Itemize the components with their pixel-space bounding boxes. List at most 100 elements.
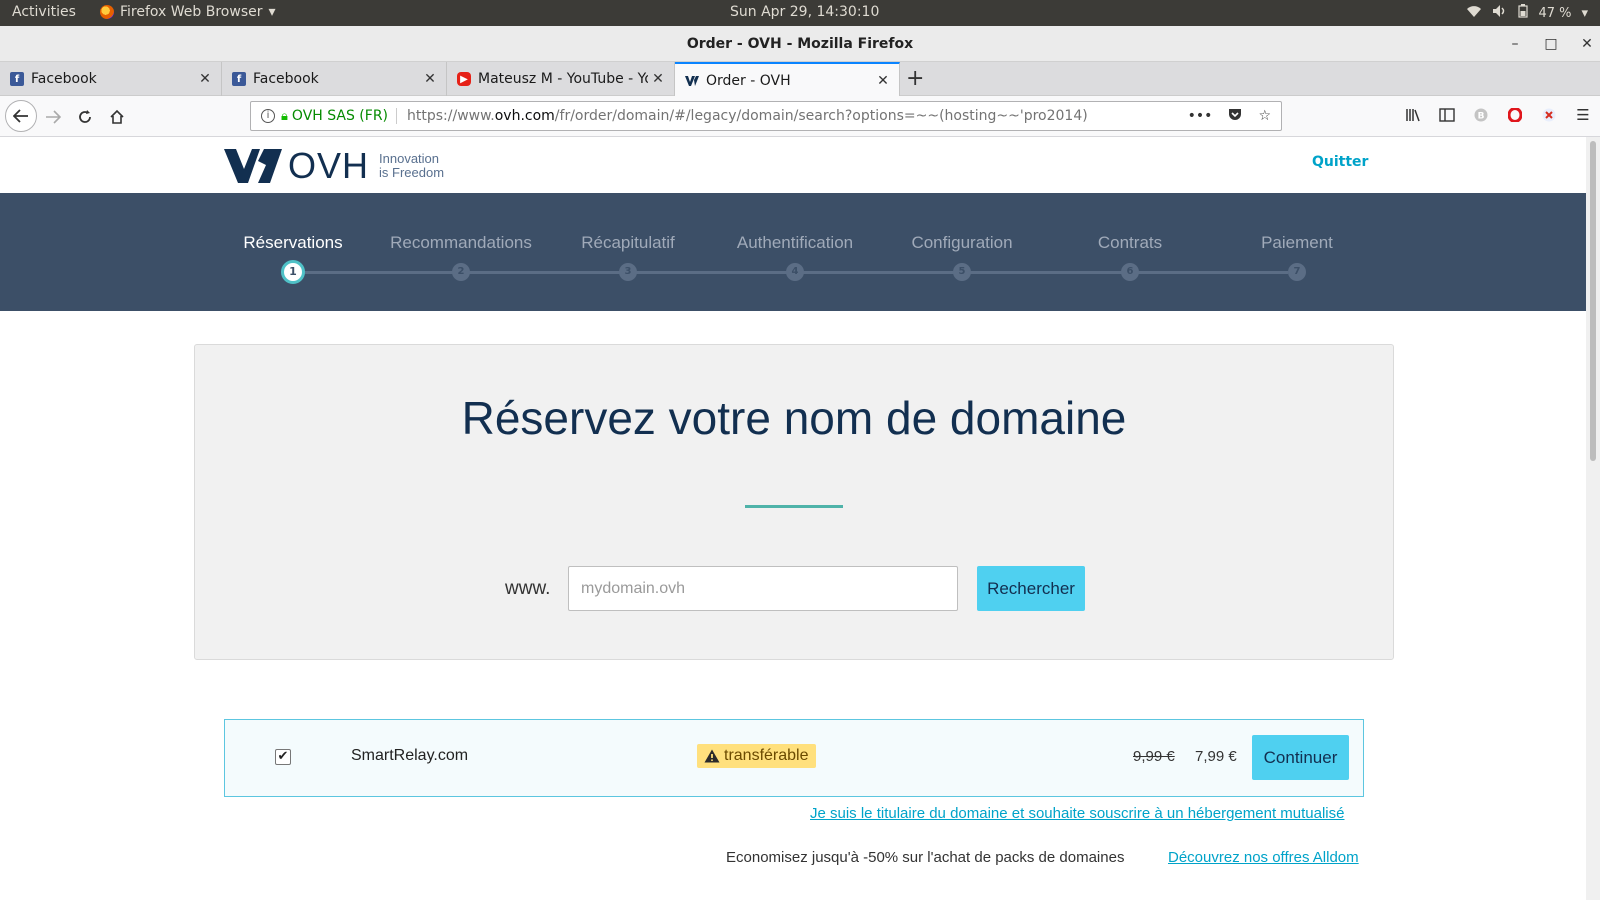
firefox-icon <box>100 5 114 19</box>
domain-name: SmartRelay.com <box>351 747 469 764</box>
forward-button[interactable] <box>40 104 66 130</box>
toolbar-icons: B ☰ <box>1404 106 1592 124</box>
bookmark-star-icon[interactable]: ☆ <box>1258 108 1271 125</box>
battery-percent: 47 % <box>1538 5 1572 21</box>
tab-order-ovh[interactable]: Order - OVH ✕ <box>675 62 900 97</box>
ovh-header: OVH Innovation is Freedom Quitter <box>0 137 1586 193</box>
reload-icon <box>79 110 91 123</box>
page-scrollbar[interactable] <box>1586 137 1600 900</box>
step-recapitulatif: Récapitulatif <box>581 233 675 252</box>
window-title: Order - OVH - Mozilla Firefox <box>686 36 914 52</box>
close-icon[interactable]: ✕ <box>420 71 440 87</box>
step-dot-7: 7 <box>1288 263 1306 281</box>
status-badge: transférable <box>697 744 816 768</box>
app-menu-label: Firefox Web Browser <box>120 4 263 20</box>
url-bar[interactable]: i 🔒︎ OVH SAS (FR) https://www.ovh.com/fr… <box>250 101 1282 131</box>
wifi-icon <box>1466 4 1482 22</box>
scrollbar-thumb[interactable] <box>1590 141 1596 461</box>
svg-text:B: B <box>1478 112 1485 122</box>
step-dot-2: 2 <box>452 263 470 281</box>
pocket-icon[interactable] <box>1228 108 1242 125</box>
close-icon[interactable]: ✕ <box>648 71 668 87</box>
ovh-logo-mark <box>224 149 282 183</box>
ovh-logo[interactable]: OVH Innovation is Freedom <box>224 145 444 187</box>
step-paiement: Paiement <box>1261 233 1333 252</box>
domain-search-input[interactable] <box>568 566 958 611</box>
system-clock[interactable]: Sun Apr 29, 14:30:10 <box>730 4 879 20</box>
youtube-icon: ▶ <box>457 72 471 86</box>
window-title-bar: Order - OVH - Mozilla Firefox – □ ✕ <box>0 26 1600 62</box>
quit-link[interactable]: Quitter <box>1312 154 1368 170</box>
tab-bar: f Facebook ✕ f Facebook ✕ ▶ Mateusz M - … <box>0 62 1600 97</box>
close-icon[interactable]: ✕ <box>873 73 893 89</box>
page-action-icons: ••• ☆ <box>1188 108 1271 125</box>
step-dot-1[interactable]: 1 <box>281 260 305 284</box>
chevron-down-icon: ▾ <box>1581 5 1588 21</box>
opera-icon[interactable] <box>1506 106 1524 124</box>
search-button[interactable]: Rechercher <box>977 566 1085 611</box>
home-icon <box>110 109 124 124</box>
tab-facebook-2[interactable]: f Facebook ✕ <box>222 62 447 96</box>
system-tray[interactable]: 47 % ▾ <box>1466 4 1588 22</box>
page-content: OVH Innovation is Freedom Quitter Réserva… <box>0 137 1586 900</box>
tab-title: Mateusz M - YouTube - Yo <box>478 71 648 87</box>
reload-button[interactable] <box>72 104 98 130</box>
activities-button[interactable]: Activities <box>12 4 76 20</box>
tab-title: Order - OVH <box>706 72 791 89</box>
arrow-left-icon <box>13 109 28 123</box>
step-authentification: Authentification <box>736 233 854 252</box>
tab-facebook-1[interactable]: f Facebook ✕ <box>0 62 222 96</box>
sidebar-icon[interactable] <box>1438 106 1456 124</box>
new-tab-button[interactable]: + <box>906 66 924 91</box>
step-dot-4: 4 <box>786 263 804 281</box>
facebook-icon: f <box>232 72 246 86</box>
continue-button[interactable]: Continuer <box>1252 735 1349 780</box>
alldom-offers-link[interactable]: Découvrez nos offres Alldom <box>1168 849 1359 866</box>
step-recommandations: Recommandations <box>390 233 532 252</box>
back-button[interactable] <box>5 100 37 132</box>
logo-wordmark: OVH <box>288 145 370 186</box>
step-contrats: Contrats <box>1097 233 1163 252</box>
step-reservations[interactable]: Réservations <box>203 233 383 253</box>
battery-icon <box>1518 4 1529 22</box>
close-icon[interactable]: ✕ <box>1580 26 1594 62</box>
page-title: Réservez votre nom de domaine <box>461 392 1127 444</box>
info-icon[interactable]: i <box>261 109 275 123</box>
order-steps: Réservations Recommandations Récapitulat… <box>0 193 1586 311</box>
lock-icon[interactable]: 🔒︎ <box>281 109 288 124</box>
www-prefix: www. <box>505 578 551 599</box>
current-price: 7,99 € <box>1195 748 1237 765</box>
arrow-right-icon <box>46 110 61 124</box>
window-controls: – □ ✕ <box>1508 26 1594 62</box>
step-dot-6: 6 <box>1121 263 1139 281</box>
extension-x-icon[interactable] <box>1540 106 1558 124</box>
home-button[interactable] <box>104 104 130 130</box>
more-actions-icon[interactable]: ••• <box>1188 108 1213 125</box>
warning-icon <box>704 749 720 763</box>
navigation-bar: i 🔒︎ OVH SAS (FR) https://www.ovh.com/fr… <box>0 96 1600 137</box>
facebook-icon: f <box>10 72 24 86</box>
url-text[interactable]: https://www.ovh.com/fr/order/domain/#/le… <box>407 108 1188 124</box>
maximize-icon[interactable]: □ <box>1544 26 1558 62</box>
status-text: transférable <box>724 747 809 764</box>
system-top-bar: Activities Firefox Web Browser ▾ Sun Apr… <box>0 0 1600 26</box>
extension-b-icon[interactable]: B <box>1472 106 1490 124</box>
tab-title: Facebook <box>31 71 97 87</box>
tab-title: Facebook <box>253 71 319 87</box>
hosting-owner-link[interactable]: Je suis le titulaire du domaine et souha… <box>810 805 1344 822</box>
logo-tagline: Innovation is Freedom <box>379 151 445 180</box>
minimize-icon[interactable]: – <box>1508 26 1522 62</box>
close-icon[interactable]: ✕ <box>195 71 215 87</box>
site-identity[interactable]: OVH SAS (FR) <box>292 108 398 124</box>
domain-search-panel: Réservez votre nom de domaine www. Reche… <box>194 344 1394 660</box>
domain-checkbox[interactable]: ✔ <box>275 749 291 765</box>
chevron-down-icon: ▾ <box>268 4 276 20</box>
step-configuration: Configuration <box>911 233 1013 252</box>
library-icon[interactable] <box>1404 106 1422 124</box>
hamburger-menu-icon[interactable]: ☰ <box>1574 106 1592 124</box>
step-dot-5: 5 <box>953 263 971 281</box>
app-menu[interactable]: Firefox Web Browser ▾ <box>100 4 276 20</box>
tab-youtube[interactable]: ▶ Mateusz M - YouTube - Yo ✕ <box>447 62 675 96</box>
domain-result-row: ✔ SmartRelay.com transférable 9,99 € 7,9… <box>224 719 1364 797</box>
promo-text: Economisez jusqu'à -50% sur l'achat de p… <box>726 849 1125 866</box>
